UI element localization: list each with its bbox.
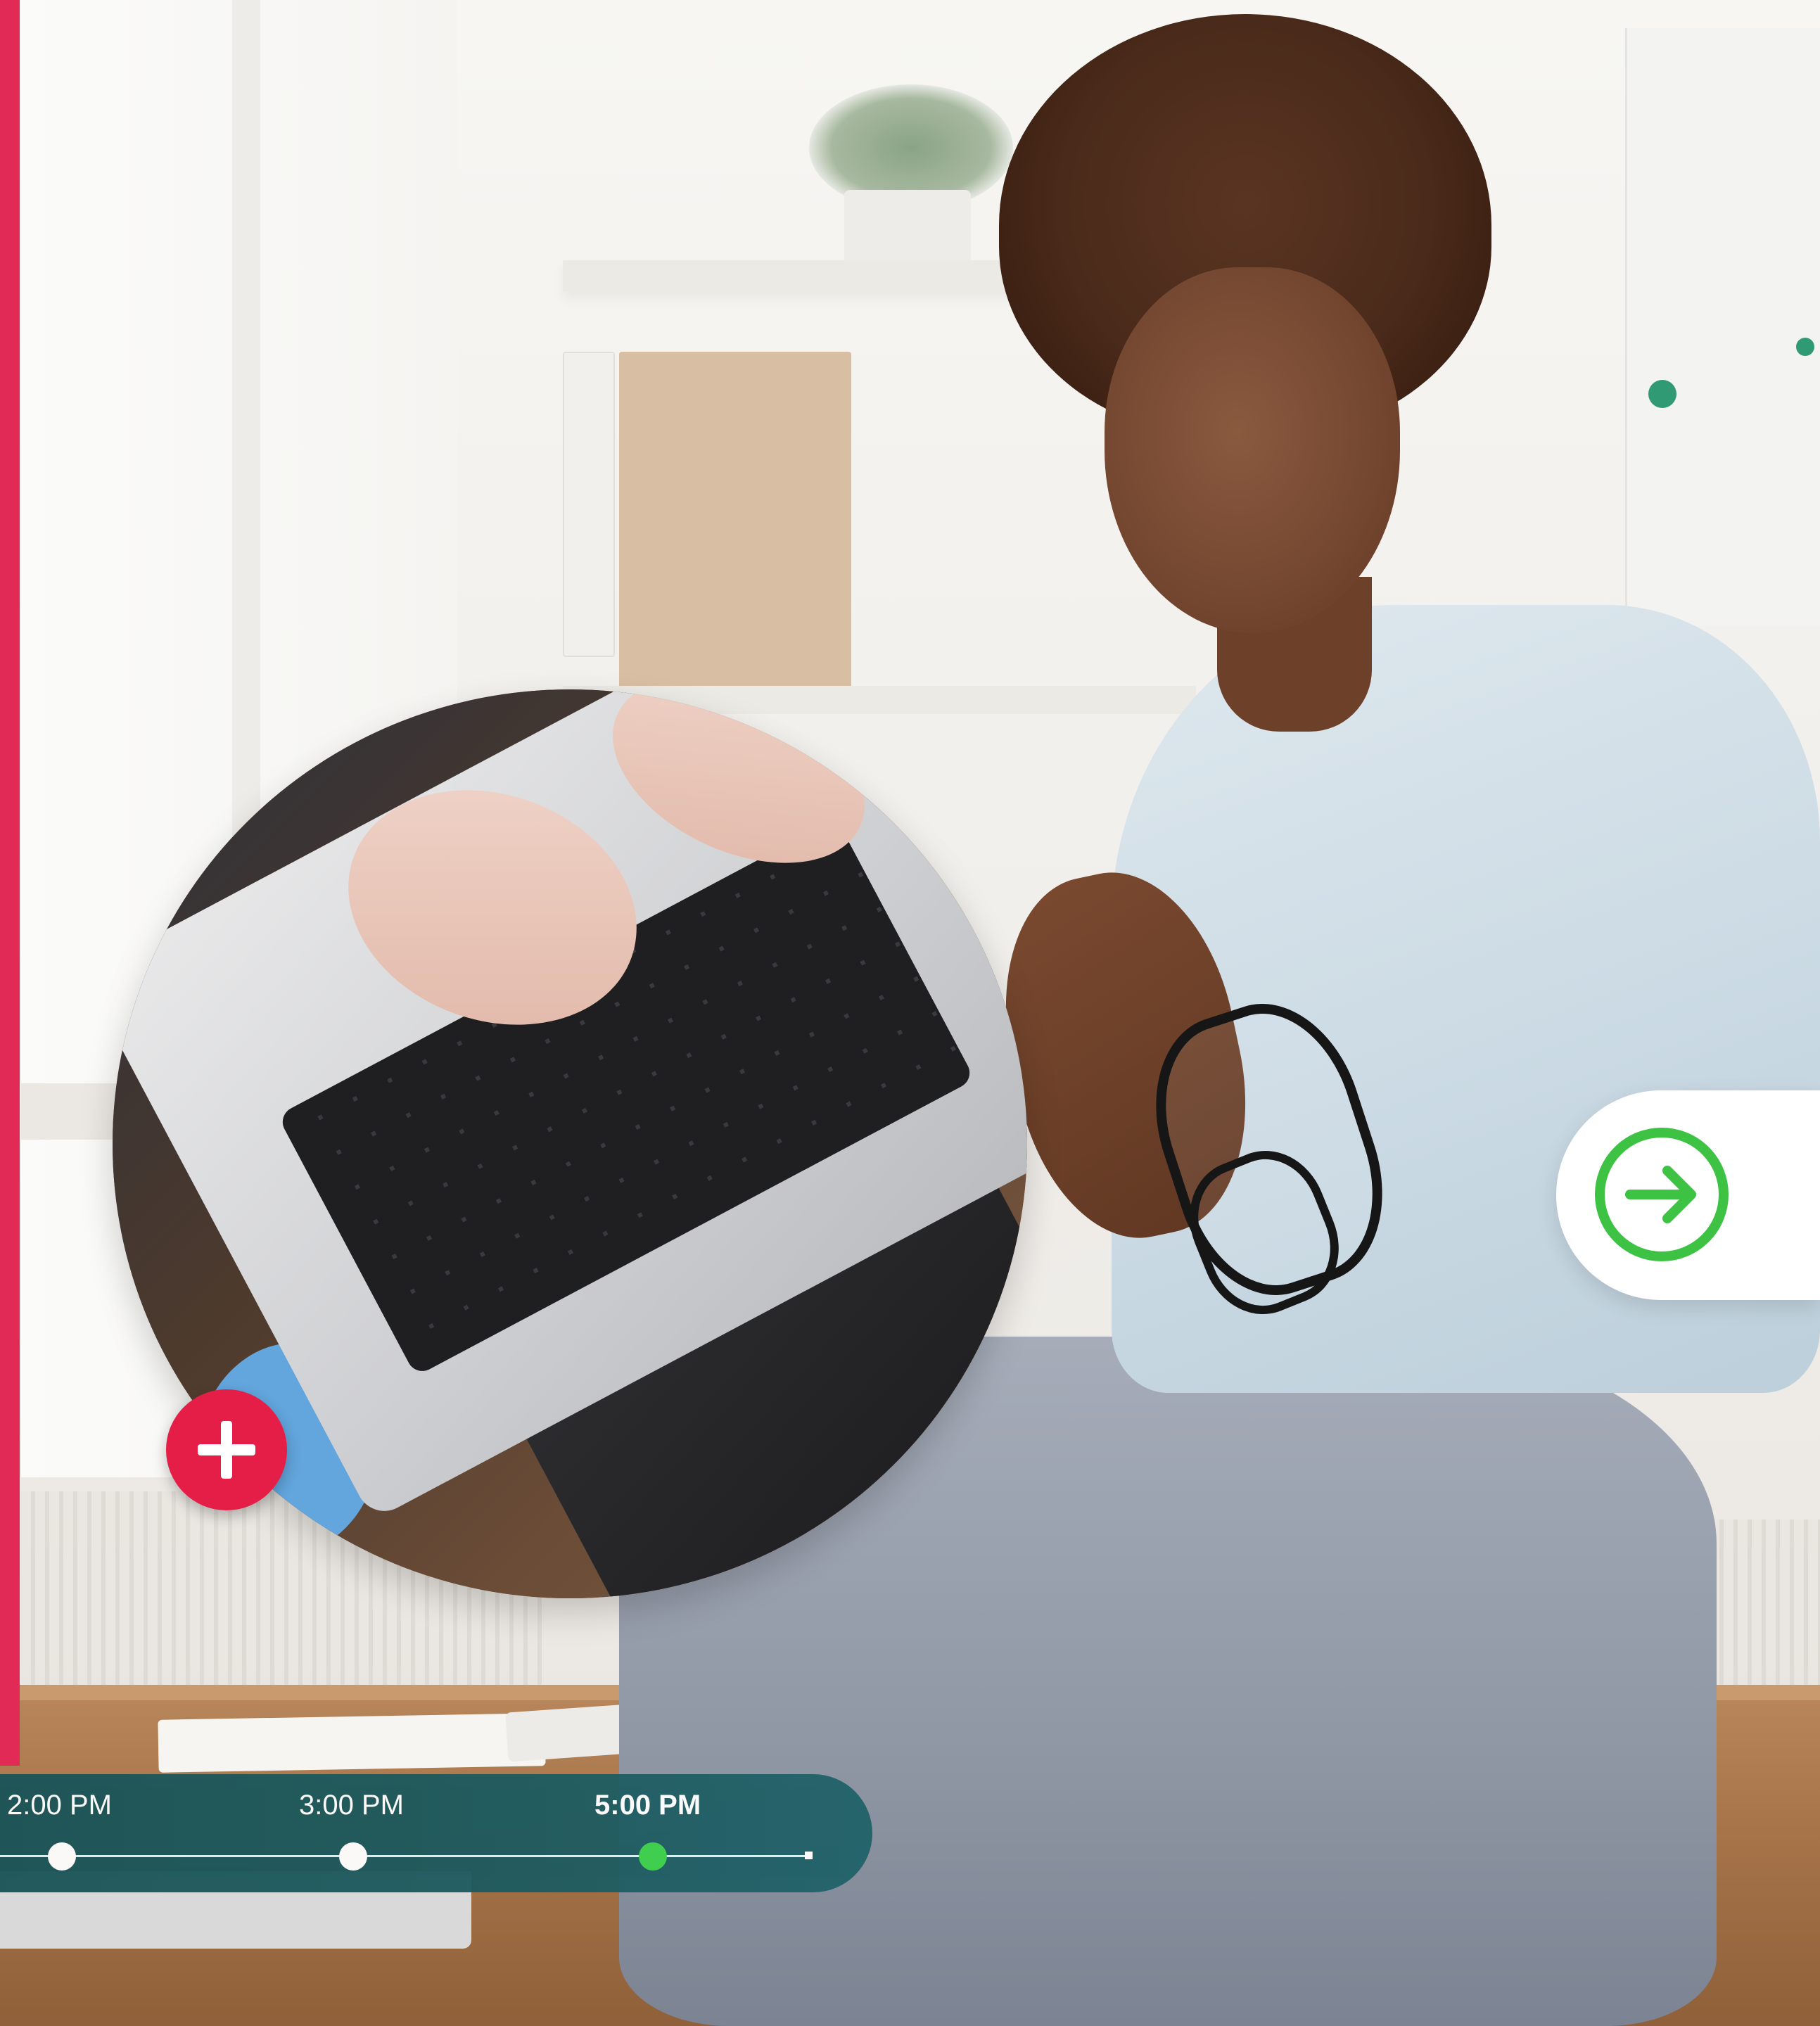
timeline-dot-active[interactable]: [639, 1842, 667, 1871]
binder: [619, 352, 851, 689]
timeline: 2:00 PM 3:00 PM 5:00 PM: [0, 1774, 872, 1892]
timeline-end-marker: [805, 1852, 813, 1859]
expand-button[interactable]: [166, 1389, 287, 1510]
woman-face: [1105, 267, 1400, 633]
timeline-dot-2[interactable]: [339, 1842, 367, 1871]
timeline-dot-1[interactable]: [48, 1842, 76, 1871]
timeline-label-1: 2:00 PM: [7, 1790, 112, 1821]
timeline-track: [0, 1855, 810, 1857]
next-button[interactable]: [1556, 1090, 1820, 1300]
arrow-right-circle-icon: [1595, 1128, 1729, 1261]
accent-bar: [0, 0, 20, 1766]
pinboard: [1625, 28, 1820, 626]
timeline-label-active: 5:00 PM: [594, 1790, 701, 1821]
timeline-label-2: 3:00 PM: [299, 1790, 404, 1821]
